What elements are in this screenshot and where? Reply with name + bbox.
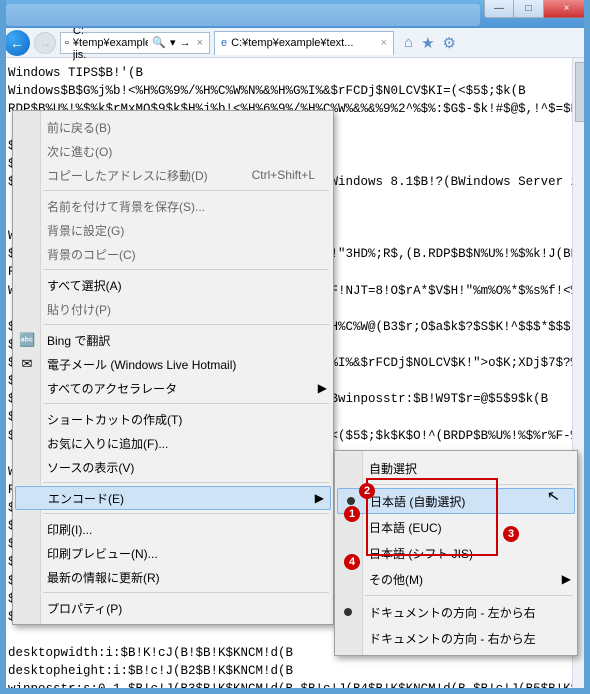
enc-dir-ltr[interactable]: ドキュメントの方向 - 左から右 bbox=[335, 599, 577, 625]
address-bar[interactable]: ▫ C:¥temp¥example¥text-jis. 🔍 ▾ → × bbox=[60, 32, 210, 54]
browser-tab[interactable]: e C:¥temp¥example¥text... × bbox=[214, 31, 394, 55]
menu-paste: 貼り付け(P) bbox=[13, 297, 333, 321]
menu-save-bg: 名前を付けて背景を保存(S)... bbox=[13, 194, 333, 218]
menu-goto-copied: コピーしたアドレスに移動(D) Ctrl+Shift+L bbox=[13, 163, 333, 187]
menu-add-favorite[interactable]: お気に入りに追加(F)... bbox=[13, 431, 333, 455]
annotation-box-jp bbox=[366, 478, 498, 556]
radio-selected-icon bbox=[344, 608, 352, 616]
menu-print-preview[interactable]: 印刷プレビュー(N)... bbox=[13, 541, 333, 565]
address-text: C:¥temp¥example¥text-jis. bbox=[73, 25, 148, 61]
radio-selected-icon bbox=[347, 497, 355, 505]
search-icon[interactable]: 🔍 bbox=[152, 36, 166, 49]
menu-shortcut: Ctrl+Shift+L bbox=[252, 168, 315, 182]
enc-dir-rtl[interactable]: ドキュメントの方向 - 右から左 bbox=[335, 625, 577, 651]
menu-copy-bg: 背景のコピー(C) bbox=[13, 242, 333, 266]
context-menu: 前に戻る(B) 次に進む(O) コピーしたアドレスに移動(D) Ctrl+Shi… bbox=[12, 110, 334, 625]
home-icon[interactable]: ⌂ bbox=[404, 34, 413, 51]
menu-back[interactable]: 前に戻る(B) bbox=[13, 115, 333, 139]
tab-title: C:¥temp¥example¥text... bbox=[231, 37, 376, 49]
menu-refresh[interactable]: 最新の情報に更新(R) bbox=[13, 565, 333, 589]
stop-icon[interactable]: × bbox=[195, 37, 205, 49]
window-titlebar: — □ × bbox=[0, 0, 590, 28]
window-close-button[interactable]: × bbox=[544, 0, 590, 18]
nav-forward-button: → bbox=[34, 32, 56, 54]
submenu-arrow-icon: ▶ bbox=[562, 572, 571, 586]
menu-encoding[interactable]: エンコード(E) ▶ bbox=[15, 486, 331, 510]
menu-print[interactable]: 印刷(I)... bbox=[13, 517, 333, 541]
submenu-arrow-icon: ▶ bbox=[318, 381, 327, 395]
annotation-4: 4 bbox=[344, 554, 360, 570]
menu-forward: 次に進む(O) bbox=[13, 139, 333, 163]
menu-bing-translate[interactable]: 🔤 Bing で翻訳 bbox=[13, 328, 333, 352]
menu-accelerators[interactable]: すべてのアクセラレータ ▶ bbox=[13, 376, 333, 400]
menu-select-all[interactable]: すべて選択(A) bbox=[13, 273, 333, 297]
browser-toolbar: ← → ▫ C:¥temp¥example¥text-jis. 🔍 ▾ → × … bbox=[0, 28, 590, 58]
tools-icon[interactable]: ⚙ bbox=[443, 34, 456, 52]
window-minimize-button[interactable]: — bbox=[484, 0, 514, 18]
dropdown-icon[interactable]: ▾ bbox=[170, 36, 176, 49]
enc-other[interactable]: その他(M) ▶ bbox=[335, 566, 577, 592]
menu-view-source[interactable]: ソースの表示(V) bbox=[13, 455, 333, 479]
window-maximize-button[interactable]: □ bbox=[514, 0, 544, 18]
menu-set-bg: 背景に設定(G) bbox=[13, 218, 333, 242]
favorites-icon[interactable]: ★ bbox=[421, 34, 434, 52]
mail-icon: ✉ bbox=[19, 356, 35, 372]
menu-create-shortcut[interactable]: ショートカットの作成(T) bbox=[13, 407, 333, 431]
scrollbar-thumb[interactable] bbox=[575, 62, 586, 122]
translate-icon: 🔤 bbox=[19, 332, 35, 348]
menu-properties[interactable]: プロパティ(P) bbox=[13, 596, 333, 620]
annotation-2: 2 bbox=[359, 483, 375, 499]
ie-icon: e bbox=[221, 37, 227, 49]
go-icon[interactable]: → bbox=[180, 37, 191, 49]
file-icon: ▫ bbox=[65, 37, 69, 49]
annotation-1: 1 bbox=[344, 506, 360, 522]
nav-back-button[interactable]: ← bbox=[4, 30, 30, 56]
submenu-arrow-icon: ▶ bbox=[315, 491, 324, 505]
tab-close-icon[interactable]: × bbox=[381, 37, 387, 49]
menu-email[interactable]: ✉ 電子メール (Windows Live Hotmail) bbox=[13, 352, 333, 376]
annotation-3: 3 bbox=[503, 526, 519, 542]
